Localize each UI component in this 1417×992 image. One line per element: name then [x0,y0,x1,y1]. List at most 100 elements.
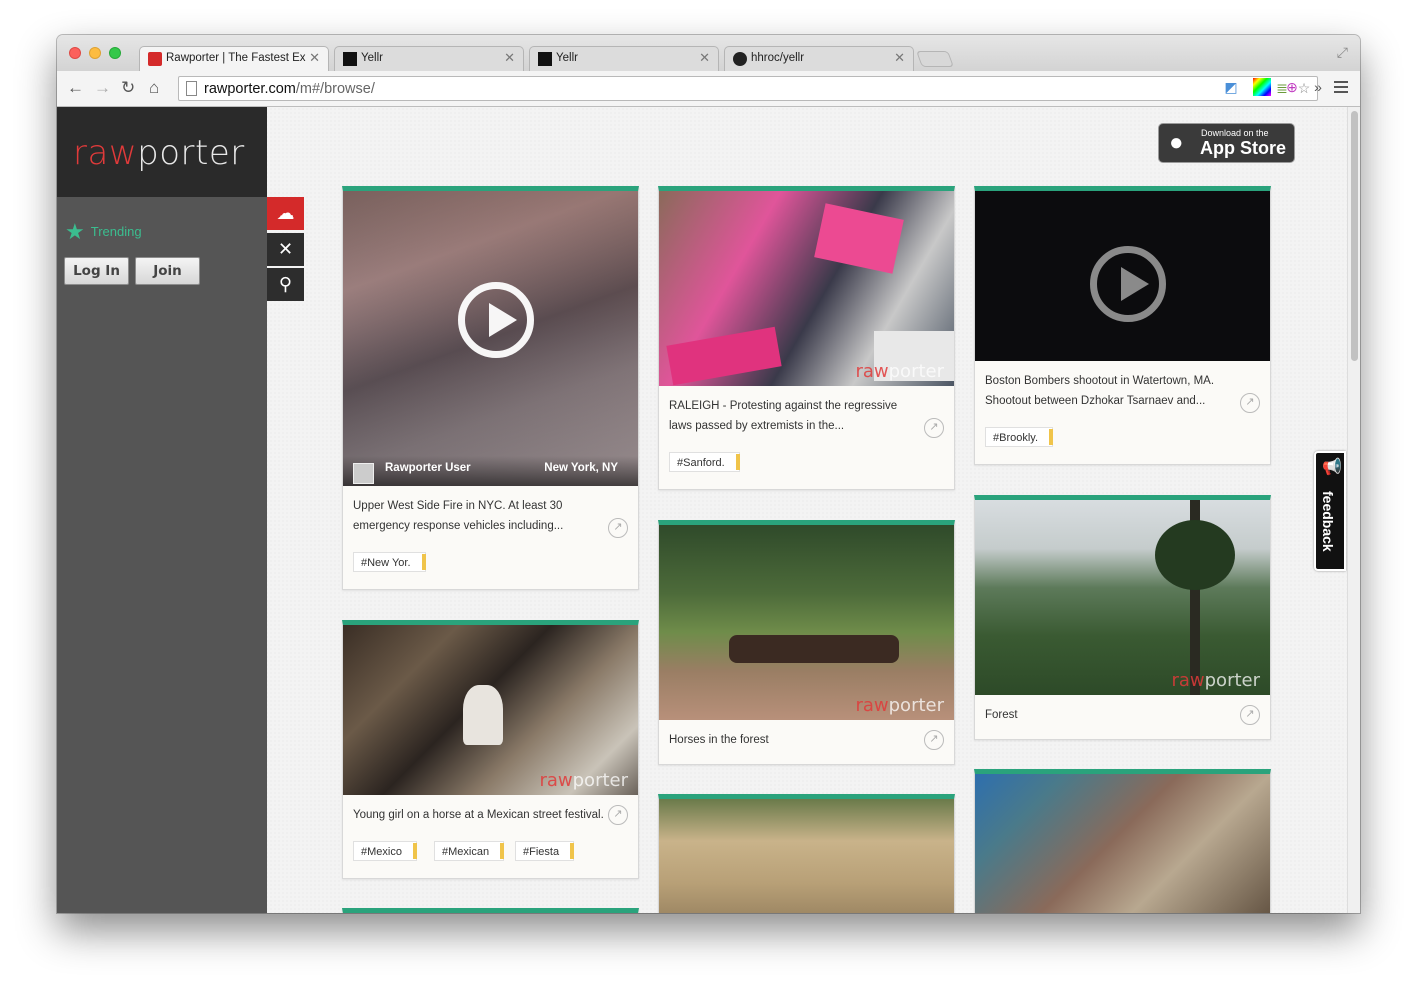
tab-close-icon[interactable]: ✕ [894,50,905,66]
tab-close-icon[interactable]: ✕ [504,50,515,66]
logo-box: rawporter [57,107,267,197]
scrollbar-thumb[interactable] [1351,111,1358,361]
post-card[interactable]: rawporter RALEIGH - Protesting against t… [658,186,955,490]
app-store-button[interactable]: ● Download on the App Store [1158,123,1295,163]
fullscreen-icon[interactable]: ⤢ [1337,44,1348,61]
trending-label: Trending [90,224,142,239]
close-icon[interactable]: ✕ [267,233,304,266]
login-button[interactable]: Log In [64,257,129,285]
post-card[interactable]: rawporter Young girl on a horse at a Mex… [342,620,639,879]
yellr-favicon-icon [538,52,552,66]
author-name[interactable]: Rawporter User [385,462,471,474]
share-icon[interactable]: ↗ [1240,393,1260,413]
post-card[interactable]: Rawporter User New York, NY Upper West S… [342,186,639,590]
watermark: rawporter [855,695,944,716]
hashtag[interactable]: #Fiesta [515,841,575,861]
share-icon[interactable]: ↗ [924,418,944,438]
more-extensions-icon[interactable]: » [1309,78,1327,96]
hashtag[interactable]: #Mexican [434,841,505,861]
upload-cloud-icon[interactable]: ☁ [267,197,304,230]
sidebar: rawporter ★ Trending Log In Join [57,107,267,913]
hashtag[interactable]: #Sanford. [669,452,740,472]
post-card[interactable]: rawporter Horses in the forest ↗ [658,520,955,765]
reload-icon[interactable]: ↻ [121,78,135,98]
post-card[interactable] [658,794,955,913]
window-minimize-button[interactable] [89,47,101,59]
watermark: rawporter [539,770,628,791]
tab-label: Yellr [361,52,383,64]
measure-icon[interactable]: ⊕ [1283,78,1301,96]
tab-rawporter[interactable]: Rawporter | The Fastest Ex ✕ [139,46,329,71]
watermark: rawporter [855,361,944,382]
extension-globe-icon[interactable]: ◩ [1222,78,1240,96]
browser-titlebar: Rawporter | The Fastest Ex ✕ Yellr ✕ Yel… [57,35,1360,71]
megaphone-icon: 📢 [1322,459,1342,476]
window-zoom-button[interactable] [109,47,121,59]
new-tab-button[interactable] [916,51,954,67]
post-thumbnail[interactable] [975,191,1270,361]
post-card[interactable] [974,769,1271,913]
post-thumbnail[interactable] [659,799,954,913]
post-thumbnail[interactable]: Rawporter User New York, NY [343,191,638,486]
apple-icon: ● [1169,129,1184,156]
tab-label: Yellr [556,52,578,64]
post-thumbnail[interactable]: rawporter [975,500,1270,695]
post-caption: Upper West Side Fire in NYC. At least 30… [353,500,564,532]
menu-icon[interactable] [1334,81,1348,93]
window-close-button[interactable] [69,47,81,59]
tab-yellr-1[interactable]: Yellr ✕ [334,46,524,71]
tab-close-icon[interactable]: ✕ [699,50,710,66]
page-viewport: rawporter ★ Trending Log In Join ☁ ✕ ⚲ ● … [57,107,1360,913]
post-thumbnail[interactable]: rawporter [659,191,954,386]
avatar [353,463,374,484]
post-thumbnail[interactable] [975,774,1270,913]
post-thumbnail[interactable]: rawporter [343,625,638,795]
browser-toolbar: ← → ↻ ⌂ rawporter.com/m#/browse/ ⚙ ≣ ☆ ◩… [57,71,1360,107]
browser-window: Rawporter | The Fastest Ex ✕ Yellr ✕ Yel… [57,35,1360,913]
star-icon: ★ [65,219,85,244]
colorpicker-icon[interactable] [1253,78,1271,96]
tab-label: hhroc/yellr [751,52,805,64]
post-caption: Forest [985,709,1018,721]
share-icon[interactable]: ↗ [608,805,628,825]
play-icon[interactable] [1090,246,1166,322]
hashtag[interactable]: #New Yor. [353,552,426,572]
yellr-favicon-icon [343,52,357,66]
join-button[interactable]: Join [135,257,200,285]
url-text: rawporter.com/m#/browse/ [204,81,375,97]
post-thumbnail[interactable]: rawporter [659,525,954,720]
location-label: New York, NY [544,462,618,474]
address-bar[interactable]: rawporter.com/m#/browse/ ⚙ ≣ ☆ [178,76,1318,101]
rawporter-logo[interactable]: rawporter [73,133,245,173]
user-bar: Rawporter User New York, NY [343,456,638,486]
post-card[interactable] [342,908,639,913]
post-caption: Boston Bombers shootout in Watertown, MA… [985,375,1215,407]
rawporter-favicon-icon [148,52,162,66]
watermark: rawporter [1171,670,1260,691]
feedback-tab[interactable]: 📢 feedback [1314,451,1346,571]
post-card[interactable]: rawporter Forest ↗ [974,495,1271,740]
post-caption: Horses in the forest [669,734,769,746]
scrollbar[interactable] [1347,107,1360,913]
home-icon[interactable]: ⌂ [149,78,159,98]
share-icon[interactable]: ↗ [1240,705,1260,725]
post-caption: RALEIGH - Protesting against the regress… [669,400,898,432]
play-icon[interactable] [458,282,534,358]
tab-github[interactable]: hhroc/yellr ✕ [724,46,914,71]
hashtag[interactable]: #Mexico [353,841,417,861]
post-card[interactable]: Boston Bombers shootout in Watertown, MA… [974,186,1271,465]
post-caption: Young girl on a horse at a Mexican stree… [353,809,604,821]
tab-close-icon[interactable]: ✕ [309,50,320,66]
tab-label: Rawporter | The Fastest Ex [166,52,306,64]
back-icon[interactable]: ← [67,78,84,98]
trending-link[interactable]: ★ Trending [65,219,142,245]
appstore-big-label: App Store [1200,138,1287,158]
tab-yellr-2[interactable]: Yellr ✕ [529,46,719,71]
search-icon[interactable]: ⚲ [267,268,304,301]
share-icon[interactable]: ↗ [924,730,944,750]
hashtag[interactable]: #Brookly. [985,427,1054,447]
forward-icon[interactable]: → [94,78,111,98]
appstore-small-label: Download on the [1201,128,1269,138]
share-icon[interactable]: ↗ [608,518,628,538]
feedback-label: feedback [1320,491,1336,552]
